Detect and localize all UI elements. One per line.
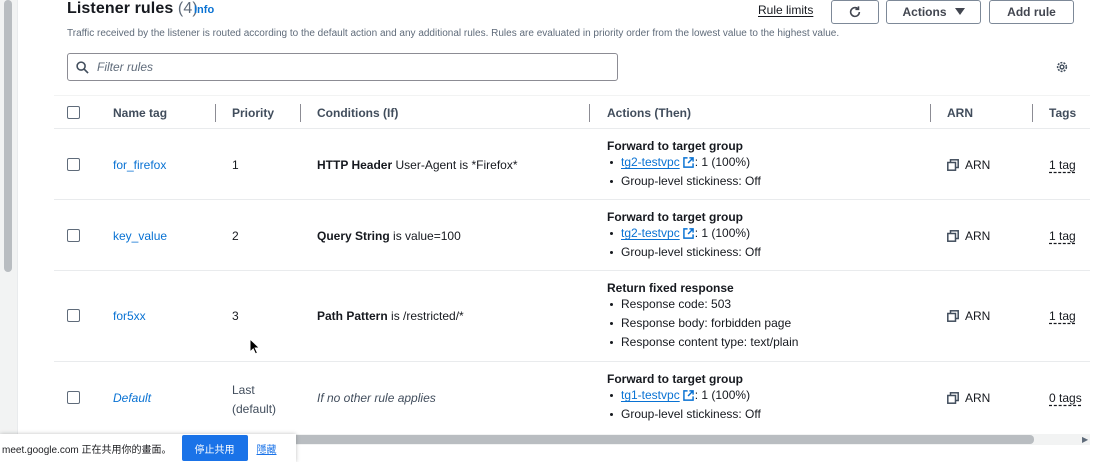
col-tags[interactable]: Tags <box>1049 106 1076 120</box>
target-group-link[interactable]: tg2-testvpc <box>621 224 680 243</box>
stop-sharing-button[interactable]: 停止共用 <box>181 435 248 461</box>
stickiness-item: Group-level stickiness: Off <box>607 172 761 191</box>
select-all-checkbox[interactable] <box>67 106 80 119</box>
stickiness-item: Group-level stickiness: Off <box>607 243 761 262</box>
tags-link[interactable]: 1 tag <box>1049 229 1076 243</box>
copy-arn[interactable]: ARN <box>947 391 990 405</box>
table-row: for5xx 3 Path Pattern is /restricted/* R… <box>54 271 1090 362</box>
screen-share-bar: meet.google.com 正在共用你的畫面。 停止共用 隱藏 <box>0 434 296 462</box>
priority-value: 1 <box>232 158 239 172</box>
col-conditions[interactable]: Conditions (If) <box>317 106 398 120</box>
external-link-icon[interactable] <box>682 157 694 168</box>
copy-icon <box>947 310 959 322</box>
copy-arn[interactable]: ARN <box>947 309 990 323</box>
copy-icon <box>947 159 959 171</box>
priority-value: 3 <box>232 309 239 323</box>
tags-link[interactable]: 1 tag <box>1049 158 1076 172</box>
copy-arn[interactable]: ARN <box>947 158 990 172</box>
table-header: Name tag Priority Conditions (If) Action… <box>54 95 1090 129</box>
actions-dropdown[interactable]: Actions <box>886 0 981 24</box>
response-code-item: Response code: 503 <box>607 295 798 314</box>
caret-down-icon <box>954 8 965 15</box>
page-scrollbar[interactable] <box>0 0 18 462</box>
page-title: Listener rules (4) <box>67 0 198 17</box>
copy-icon <box>947 392 959 404</box>
table-row: for_firefox 1 HTTP Header User-Agent is … <box>54 129 1090 200</box>
external-link-icon[interactable] <box>682 228 694 239</box>
response-body-item: Response body: forbidden page <box>607 314 798 333</box>
rule-name-link[interactable]: Default <box>113 391 151 405</box>
action-cell: Forward to target group tg2-testvpc: 1 (… <box>607 139 761 191</box>
action-title: Forward to target group <box>607 139 743 153</box>
copy-arn[interactable]: ARN <box>947 229 990 243</box>
condition-text: If no other rule applies <box>317 391 436 405</box>
action-cell: Forward to target group tg2-testvpc: 1 (… <box>607 210 761 262</box>
col-name-tag[interactable]: Name tag <box>113 106 167 120</box>
target-group-item: tg2-testvpc: 1 (100%) <box>607 153 761 172</box>
priority-value: 2 <box>232 229 239 243</box>
col-divider[interactable] <box>1032 104 1033 122</box>
listener-rules-panel: Listener rules (4) Info Traffic received… <box>54 0 1118 462</box>
condition-text: HTTP Header User-Agent is *Firefox* <box>317 158 518 172</box>
row-checkbox[interactable] <box>67 309 80 322</box>
row-checkbox[interactable] <box>67 158 80 171</box>
refresh-icon <box>849 6 861 18</box>
table-row: Default Last (default) If no other rule … <box>54 362 1090 436</box>
response-type-item: Response content type: text/plain <box>607 333 798 352</box>
add-rule-button[interactable]: Add rule <box>989 0 1074 24</box>
priority-value: Last (default) <box>232 383 277 416</box>
stickiness-item: Group-level stickiness: Off <box>607 405 761 424</box>
tags-link[interactable]: 1 tag <box>1049 309 1076 323</box>
target-group-item: tg2-testvpc: 1 (100%) <box>607 224 761 243</box>
gear-icon[interactable] <box>1055 60 1069 74</box>
filter-input[interactable] <box>97 60 597 74</box>
mouse-cursor-icon <box>249 338 261 355</box>
table-row: key_value 2 Query String is value=100 Fo… <box>54 200 1090 271</box>
target-group-link[interactable]: tg1-testvpc <box>621 386 680 405</box>
action-title: Forward to target group <box>607 372 743 386</box>
target-group-link[interactable]: tg2-testvpc <box>621 153 680 172</box>
page-scrollbar-thumb[interactable] <box>4 0 12 272</box>
col-priority[interactable]: Priority <box>232 106 274 120</box>
info-link[interactable]: Info <box>194 4 214 16</box>
rule-limits-link[interactable]: Rule limits <box>758 3 813 17</box>
search-icon <box>76 60 89 74</box>
hide-link[interactable]: 隱藏 <box>257 441 277 456</box>
action-title: Return fixed response <box>607 281 734 295</box>
actions-label: Actions <box>902 5 947 19</box>
col-divider[interactable] <box>930 104 931 122</box>
row-checkbox[interactable] <box>67 391 80 404</box>
condition-text: Path Pattern is /restricted/* <box>317 309 464 323</box>
external-link-icon[interactable] <box>682 390 694 401</box>
action-cell: Return fixed response Response code: 503… <box>607 281 798 352</box>
scroll-right-arrow-icon[interactable]: ▶ <box>1082 435 1088 444</box>
rule-name-link[interactable]: for_firefox <box>113 158 166 172</box>
filter-box[interactable] <box>67 53 618 81</box>
share-status-text: meet.google.com 正在共用你的畫面。 <box>2 444 172 456</box>
target-group-item: tg1-testvpc: 1 (100%) <box>607 386 761 405</box>
description: Traffic received by the listener is rout… <box>67 28 840 39</box>
scrollbar-thumb[interactable] <box>234 435 1034 444</box>
col-divider[interactable] <box>300 104 301 122</box>
action-title: Forward to target group <box>607 210 743 224</box>
col-actions[interactable]: Actions (Then) <box>607 106 691 120</box>
action-cell: Forward to target group tg1-testvpc: 1 (… <box>607 372 761 424</box>
tags-link[interactable]: 0 tags <box>1049 391 1082 405</box>
col-arn[interactable]: ARN <box>947 106 973 120</box>
col-divider[interactable] <box>589 104 590 122</box>
condition-text: Query String is value=100 <box>317 229 461 243</box>
rule-name-link[interactable]: key_value <box>113 229 167 243</box>
copy-icon <box>947 230 959 242</box>
col-divider[interactable] <box>215 104 216 122</box>
rule-name-link[interactable]: for5xx <box>113 309 146 323</box>
refresh-button[interactable] <box>831 0 879 24</box>
rules-table: Name tag Priority Conditions (If) Action… <box>54 95 1090 436</box>
row-checkbox[interactable] <box>67 229 80 242</box>
